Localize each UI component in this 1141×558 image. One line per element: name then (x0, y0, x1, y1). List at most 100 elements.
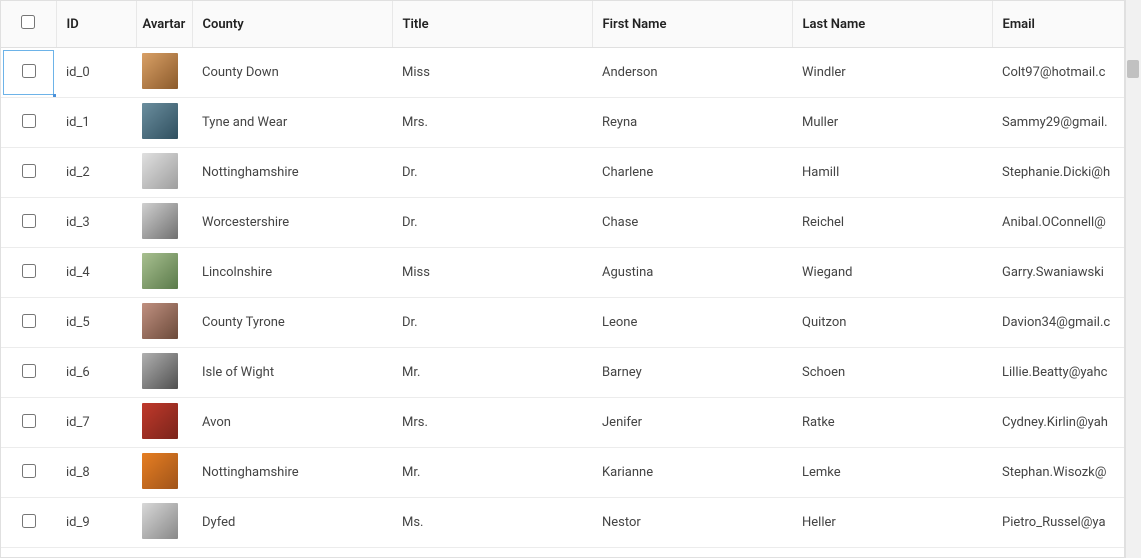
data-table: ID Avartar County Title First Name Last … (1, 1, 1125, 548)
cell-avatar (136, 198, 192, 248)
avatar (142, 303, 178, 339)
table-row[interactable]: id_0County DownMissAndersonWindlerColt97… (1, 48, 1125, 98)
cell-id: id_7 (56, 398, 136, 448)
table-row[interactable]: id_5County TyroneDr.LeoneQuitzonDavion34… (1, 298, 1125, 348)
row-checkbox[interactable] (22, 114, 36, 128)
row-checkbox-cell[interactable] (1, 448, 56, 498)
cell-county: Lincolnshire (192, 248, 392, 298)
vertical-scrollbar-thumb[interactable] (1127, 60, 1139, 78)
cell-last-name: Heller (792, 498, 992, 548)
row-checkbox-cell[interactable] (1, 98, 56, 148)
cell-first-name: Reyna (592, 98, 792, 148)
avatar (142, 503, 178, 539)
row-checkbox-cell[interactable] (1, 48, 56, 98)
row-checkbox[interactable] (22, 164, 36, 178)
header-last-name[interactable]: Last Name (792, 1, 992, 48)
row-checkbox-cell[interactable] (1, 348, 56, 398)
header-id[interactable]: ID (56, 1, 136, 48)
row-checkbox[interactable] (22, 314, 36, 328)
table-row[interactable]: id_6 Isle of WightMr.BarneySchoenLillie.B… (1, 348, 1125, 398)
cell-county: Dyfed (192, 498, 392, 548)
header-avatar[interactable]: Avartar (136, 1, 192, 48)
table-row[interactable]: id_1Tyne and WearMrs.ReynaMullerSammy29@… (1, 98, 1125, 148)
cell-title: Mrs. (392, 398, 592, 448)
row-checkbox[interactable] (22, 214, 36, 228)
cell-county: County Down (192, 48, 392, 98)
cell-email: Anibal.OConnell@ (992, 198, 1125, 248)
cell-title: Miss (392, 48, 592, 98)
vertical-scrollbar-track[interactable] (1125, 0, 1141, 558)
row-checkbox-cell[interactable] (1, 248, 56, 298)
cell-email: Lillie.Beatty@yahc (992, 348, 1125, 398)
cell-last-name: Schoen (792, 348, 992, 398)
row-checkbox[interactable] (22, 64, 36, 78)
cell-last-name: Hamill (792, 148, 992, 198)
cell-email: Pietro_Russel@ya (992, 498, 1125, 548)
row-checkbox[interactable] (22, 514, 36, 528)
cell-email: Garry.Swaniawski (992, 248, 1125, 298)
cell-county: Avon (192, 398, 392, 448)
cell-last-name: Lemke (792, 448, 992, 498)
cell-title: Mrs. (392, 98, 592, 148)
header-email[interactable]: Email (992, 1, 1125, 48)
cell-title: Dr. (392, 298, 592, 348)
row-checkbox-cell[interactable] (1, 298, 56, 348)
cell-first-name: Barney (592, 348, 792, 398)
cell-email: Davion34@gmail.c (992, 298, 1125, 348)
cell-county: Tyne and Wear (192, 98, 392, 148)
row-checkbox[interactable] (22, 264, 36, 278)
row-checkbox[interactable] (22, 464, 36, 478)
avatar (142, 353, 178, 389)
row-checkbox[interactable] (22, 414, 36, 428)
cell-avatar (136, 398, 192, 448)
table-row[interactable]: id_3WorcestershireDr.ChaseReichelAnibal.… (1, 198, 1125, 248)
cell-email: Cydney.Kirlin@yah (992, 398, 1125, 448)
cell-first-name: Charlene (592, 148, 792, 198)
cell-county: Isle of Wight (192, 348, 392, 398)
table-row[interactable]: id_4LincolnshireMissAgustinaWiegandGarry… (1, 248, 1125, 298)
table-row[interactable]: id_8NottinghamshireMr.KarianneLemkeSteph… (1, 448, 1125, 498)
row-checkbox-cell[interactable] (1, 198, 56, 248)
cell-email: Stephanie.Dicki@h (992, 148, 1125, 198)
header-first-name[interactable]: First Name (592, 1, 792, 48)
cell-id: id_6 (56, 348, 136, 398)
cell-title: Dr. (392, 148, 592, 198)
row-checkbox-cell[interactable] (1, 148, 56, 198)
cell-first-name: Anderson (592, 48, 792, 98)
cell-avatar (136, 98, 192, 148)
cell-email: Stephan.Wisozk@ (992, 448, 1125, 498)
header-county[interactable]: County (192, 1, 392, 48)
cell-first-name: Jenifer (592, 398, 792, 448)
cell-last-name: Quitzon (792, 298, 992, 348)
select-all-checkbox[interactable] (21, 15, 35, 29)
cell-title: Mr. (392, 448, 592, 498)
cell-title: Mr. (392, 348, 592, 398)
cell-county: Nottinghamshire (192, 448, 392, 498)
table-row[interactable]: id_7AvonMrs.JeniferRatkeCydney.Kirlin@ya… (1, 398, 1125, 448)
cell-county: County Tyrone (192, 298, 392, 348)
cell-id: id_3 (56, 198, 136, 248)
row-checkbox-cell[interactable] (1, 398, 56, 448)
cell-email: Colt97@hotmail.c (992, 48, 1125, 98)
cell-id: id_4 (56, 248, 136, 298)
header-row: ID Avartar County Title First Name Last … (1, 1, 1125, 48)
data-grid[interactable]: ID Avartar County Title First Name Last … (0, 0, 1125, 558)
cell-county: Worcestershire (192, 198, 392, 248)
header-title[interactable]: Title (392, 1, 592, 48)
avatar (142, 153, 178, 189)
table-header: ID Avartar County Title First Name Last … (1, 1, 1125, 48)
table-row[interactable]: id_9DyfedMs.NestorHellerPietro_Russel@ya (1, 498, 1125, 548)
row-checkbox-cell[interactable] (1, 498, 56, 548)
cell-title: Dr. (392, 198, 592, 248)
cell-last-name: Windler (792, 48, 992, 98)
cell-avatar (136, 448, 192, 498)
cell-id: id_1 (56, 98, 136, 148)
cell-first-name: Agustina (592, 248, 792, 298)
cell-email: Sammy29@gmail. (992, 98, 1125, 148)
cell-title: Miss (392, 248, 592, 298)
row-checkbox[interactable] (22, 364, 36, 378)
cell-avatar (136, 298, 192, 348)
cell-avatar (136, 348, 192, 398)
table-row[interactable]: id_2NottinghamshireDr.CharleneHamillStep… (1, 148, 1125, 198)
header-checkbox-cell (1, 1, 56, 48)
